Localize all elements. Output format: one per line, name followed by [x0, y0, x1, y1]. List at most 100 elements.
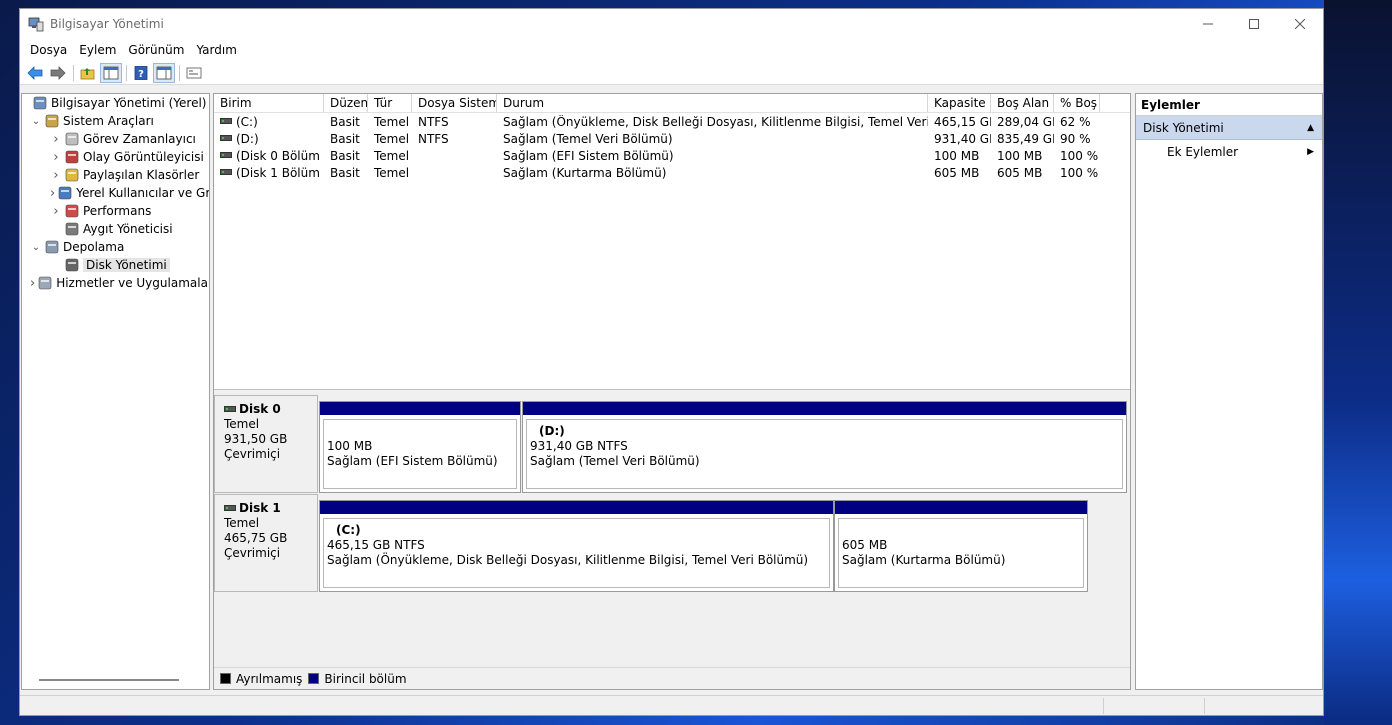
- tree-item-label: Paylaşılan Klasörler: [83, 168, 200, 182]
- submenu-arrow-icon: ▶: [1307, 147, 1314, 157]
- column-header[interactable]: Boş Alan: [991, 94, 1054, 112]
- show-hide-tree-button[interactable]: [100, 62, 122, 83]
- table-cell: Basit: [330, 114, 360, 129]
- column-header[interactable]: Birim: [214, 94, 324, 112]
- status-separator: [1204, 698, 1205, 714]
- table-row[interactable]: (Disk 1 Bölüm 3) Basit Temel Sağlam (Kurtar…: [214, 164, 1130, 181]
- tree-item[interactable]: ⌄ Sistem Araçları: [22, 112, 209, 130]
- disk-name-text: Disk 1: [239, 501, 281, 515]
- table-row[interactable]: (C:) Basit Temel NTFS Sağlam (Önyükleme, Dis…: [214, 113, 1130, 130]
- volume-name: (D:): [236, 131, 259, 146]
- tree-item[interactable]: › Olay Görüntüleyicisi: [22, 148, 209, 166]
- tree-item[interactable]: ⌄ Depolama: [22, 238, 209, 256]
- chevron-right-icon[interactable]: ›: [30, 276, 35, 291]
- back-button[interactable]: [24, 63, 46, 83]
- up-one-level-button[interactable]: [77, 63, 99, 83]
- table-cell: 835,49 GB: [997, 131, 1054, 146]
- show-hide-action-pane-button[interactable]: [153, 62, 175, 83]
- table-cell: 90 %: [1060, 131, 1091, 146]
- volume-icon: [220, 135, 232, 141]
- volume-name: (Disk 1 Bölüm 3): [236, 165, 324, 180]
- column-header[interactable]: Kapasite: [928, 94, 991, 112]
- table-cell: 100 %: [1060, 148, 1099, 163]
- chevron-down-icon[interactable]: ⌄: [30, 116, 42, 127]
- partition-block[interactable]: (C:) 465,15 GB NTFS Sağlam (Önyükleme, Dis…: [319, 500, 834, 592]
- tree-item-label: Olay Görüntüleyicisi: [83, 150, 204, 164]
- disk-label[interactable]: Disk 0 Temel 931,50 GB Çevrimiçi: [214, 395, 318, 493]
- chevron-down-icon[interactable]: ⌄: [30, 242, 42, 253]
- menu-eylem[interactable]: Eylem: [73, 43, 122, 57]
- tree-item[interactable]: › Görev Zamanlayıcı: [22, 130, 209, 148]
- svg-text:?: ?: [138, 69, 144, 80]
- properties-button[interactable]: [183, 63, 205, 83]
- column-header[interactable]: Dosya Sistemi: [412, 94, 497, 112]
- partition-status: Sağlam (EFI Sistem Bölümü): [327, 454, 498, 468]
- actions-pane: Eylemler Disk Yönetimi ▲ Ek Eylemler ▶: [1135, 93, 1323, 690]
- partition-size: 100 MB: [327, 439, 373, 453]
- disk-management-icon: [64, 257, 80, 273]
- table-cell: 100 MB: [997, 148, 1043, 163]
- close-button[interactable]: [1277, 9, 1323, 39]
- minimize-button[interactable]: [1185, 9, 1231, 39]
- partition-status: Sağlam (Temel Veri Bölümü): [530, 454, 700, 468]
- chevron-right-icon[interactable]: ›: [50, 168, 62, 183]
- column-header[interactable]: Durum: [497, 94, 928, 112]
- column-header[interactable]: % Boş: [1054, 94, 1100, 112]
- tree-item-label: Yerel Kullanıcılar ve Gru: [76, 186, 210, 200]
- navigation-tree[interactable]: Bilgisayar Yönetimi (Yerel) ⌄ Sistem Araçl…: [21, 93, 210, 690]
- legend: Ayrılmamış Birincil bölüm: [214, 667, 1130, 689]
- disk-label[interactable]: Disk 1 Temel 465,75 GB Çevrimiçi: [214, 494, 318, 592]
- maximize-button[interactable]: [1231, 9, 1277, 39]
- chevron-right-icon[interactable]: ›: [50, 132, 62, 147]
- status-bar: [20, 695, 1323, 715]
- table-cell: Temel: [374, 131, 410, 146]
- tree-item[interactable]: Disk Yönetimi: [22, 256, 209, 274]
- menu-dosya[interactable]: Dosya: [24, 43, 73, 57]
- partition-block[interactable]: 605 MB Sağlam (Kurtarma Bölümü): [834, 500, 1088, 592]
- volume-icon: [220, 169, 232, 175]
- volume-list-rows: (C:) Basit Temel NTFS Sağlam (Önyükleme, Dis…: [214, 113, 1130, 181]
- table-cell: Temel: [374, 165, 410, 180]
- tree-item[interactable]: › Yerel Kullanıcılar ve Gru: [22, 184, 209, 202]
- more-actions-label: Ek Eylemler: [1167, 145, 1239, 159]
- tree-item[interactable]: Aygıt Yöneticisi: [22, 220, 209, 238]
- more-actions-item[interactable]: Ek Eylemler ▶: [1136, 140, 1322, 164]
- chevron-right-icon[interactable]: ›: [50, 204, 62, 219]
- device-manager-icon: [64, 221, 80, 237]
- tree-item[interactable]: › Hizmetler ve Uygulamalar: [22, 274, 209, 292]
- help-button[interactable]: ?: [130, 63, 152, 83]
- partition-details: (C:) 465,15 GB NTFS Sağlam (Önyükleme, Dis…: [323, 518, 830, 588]
- actions-section-disk-management[interactable]: Disk Yönetimi ▲: [1136, 116, 1322, 140]
- computer-management-app-icon: [28, 16, 44, 32]
- properties-icon: [186, 67, 202, 78]
- tree-item[interactable]: › Paylaşılan Klasörler: [22, 166, 209, 184]
- disk-graphical-view: Disk 0 Temel 931,50 GB Çevrimiçi 100 MB Sağla…: [214, 395, 1130, 657]
- table-cell: 465,15 GB: [934, 114, 991, 129]
- table-row[interactable]: (D:) Basit Temel NTFS Sağlam (Temel Veri Böl…: [214, 130, 1130, 147]
- forward-button[interactable]: [47, 63, 69, 83]
- menu-yardim[interactable]: Yardım: [190, 43, 242, 57]
- legend-label-unallocated: Ayrılmamış: [236, 671, 303, 686]
- partition-status: Sağlam (Kurtarma Bölümü): [842, 553, 1006, 567]
- collapse-up-icon[interactable]: ▲: [1307, 123, 1314, 133]
- partition-type-bar: [320, 501, 833, 514]
- chevron-right-icon[interactable]: ›: [50, 186, 55, 201]
- menu-gorunum[interactable]: Görünüm: [122, 43, 190, 57]
- partition-block[interactable]: 100 MB Sağlam (EFI Sistem Bölümü): [319, 401, 521, 493]
- chevron-right-icon[interactable]: ›: [50, 150, 62, 165]
- partition-title-spacer: [327, 424, 516, 439]
- table-row[interactable]: (Disk 0 Bölüm 1) Basit Temel Sağlam (EFI Si…: [214, 147, 1130, 164]
- column-header[interactable]: Düzen: [324, 94, 368, 112]
- tree-item[interactable]: › Performans: [22, 202, 209, 220]
- column-header[interactable]: Tür: [368, 94, 412, 112]
- system-tools-icon: [44, 113, 60, 129]
- tree-item-label: Performans: [83, 204, 152, 218]
- tree-horizontal-scrollbar[interactable]: [39, 679, 179, 681]
- partition-size: 931,40 GB NTFS: [530, 439, 628, 453]
- title-bar[interactable]: Bilgisayar Yönetimi: [20, 9, 1323, 39]
- partition-size: 605 MB: [842, 538, 888, 552]
- tree-item-label: Disk Yönetimi: [83, 258, 170, 272]
- partition-block[interactable]: (D:) 931,40 GB NTFS Sağlam (Temel Veri Böl…: [522, 401, 1127, 493]
- volume-list[interactable]: Birim Düzen Tür Dosya Sistemi Durum Kapasite B…: [214, 94, 1130, 390]
- tree-item[interactable]: Bilgisayar Yönetimi (Yerel): [22, 94, 209, 112]
